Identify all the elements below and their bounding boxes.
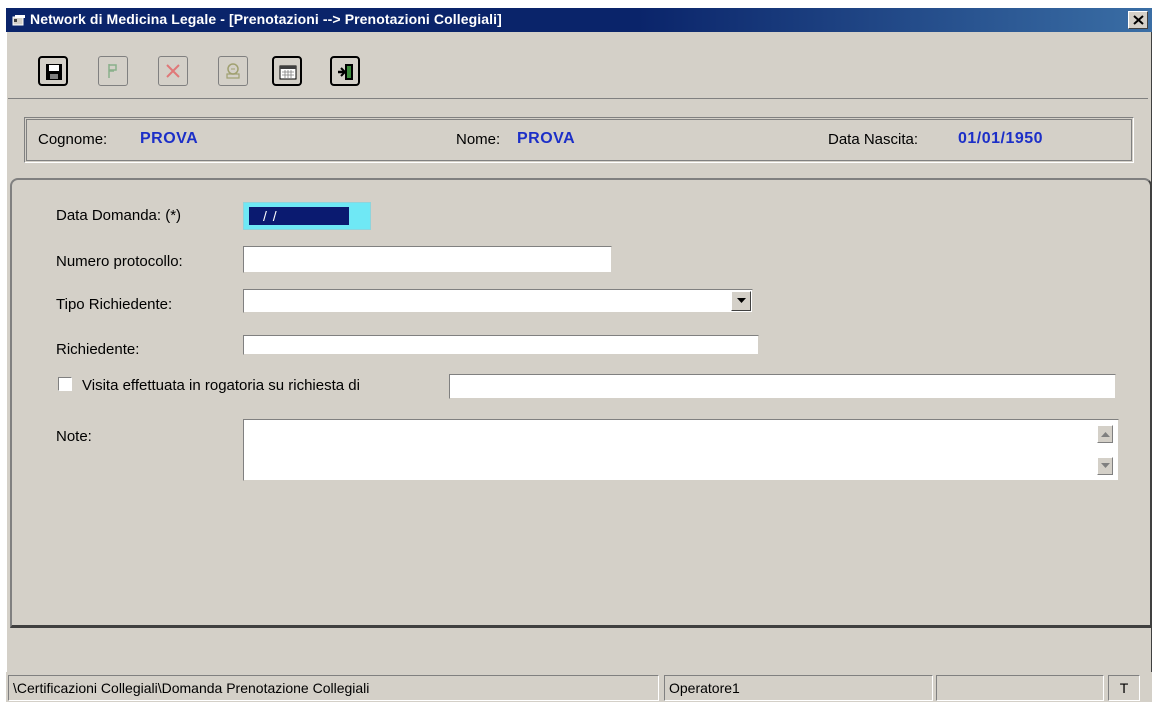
calendar-button[interactable]: [272, 56, 302, 86]
floppy-disk-icon: [46, 64, 62, 80]
status-operator: Operatore1: [664, 675, 933, 701]
rogatoria-label: Visita effettuata in rogatoria su richie…: [82, 377, 360, 394]
name-label: Nome:: [456, 131, 501, 148]
delete-x-icon: [166, 64, 180, 78]
arrow-down-icon: [1101, 463, 1110, 468]
birthdate-label: Data Nascita:: [828, 131, 919, 148]
note-textarea[interactable]: [243, 419, 1119, 481]
print-preview-icon: [226, 63, 240, 79]
status-indicator: T: [1108, 675, 1140, 701]
note-scroll-up-button[interactable]: [1097, 425, 1113, 443]
window-title: Network di Medicina Legale - [Prenotazio…: [30, 11, 502, 27]
exit-button[interactable]: [330, 56, 360, 86]
status-path: \Certificazioni Collegiali\Domanda Preno…: [8, 675, 659, 701]
data-domanda-selection: / /: [249, 207, 349, 225]
note-label: Note:: [56, 428, 92, 445]
arrow-up-icon: [1101, 432, 1110, 437]
numero-protocollo-input[interactable]: [243, 246, 612, 273]
flag-button[interactable]: [98, 56, 128, 86]
numero-protocollo-label: Numero protocollo:: [56, 253, 183, 270]
rogatoria-input[interactable]: [449, 374, 1116, 399]
print-preview-button[interactable]: [218, 56, 248, 86]
tipo-richiedente-label: Tipo Richiedente:: [56, 296, 173, 313]
exit-door-icon: [338, 64, 353, 80]
status-empty-panel: [936, 675, 1104, 701]
data-domanda-field[interactable]: / /: [243, 202, 371, 230]
tipo-richiedente-select[interactable]: [243, 289, 753, 313]
title-bar[interactable]: Network di Medicina Legale - [Prenotazio…: [6, 8, 1152, 32]
cropped-top-strip: [0, 0, 1158, 8]
rogatoria-checkbox[interactable]: [58, 377, 72, 391]
birthdate-value: 01/01/1950: [958, 130, 1044, 147]
close-icon: [1133, 15, 1144, 25]
tipo-richiedente-dropdown-button[interactable]: [731, 291, 751, 311]
richiedente-input[interactable]: [243, 335, 759, 355]
app-icon: [12, 12, 28, 28]
richiedente-label: Richiedente:: [56, 341, 140, 358]
name-value: PROVA: [517, 130, 576, 147]
surname-label: Cognome:: [38, 131, 108, 148]
close-button[interactable]: [1128, 11, 1148, 29]
note-scroll-down-button[interactable]: [1097, 457, 1113, 475]
flag-icon: [108, 64, 117, 78]
surname-value: PROVA: [140, 130, 199, 147]
save-button[interactable]: [38, 56, 68, 86]
data-domanda-value: / /: [263, 208, 278, 224]
data-domanda-label: Data Domanda: (*): [56, 207, 182, 224]
delete-button[interactable]: [158, 56, 188, 86]
calendar-icon: [279, 65, 297, 80]
chevron-down-icon: [737, 298, 746, 303]
